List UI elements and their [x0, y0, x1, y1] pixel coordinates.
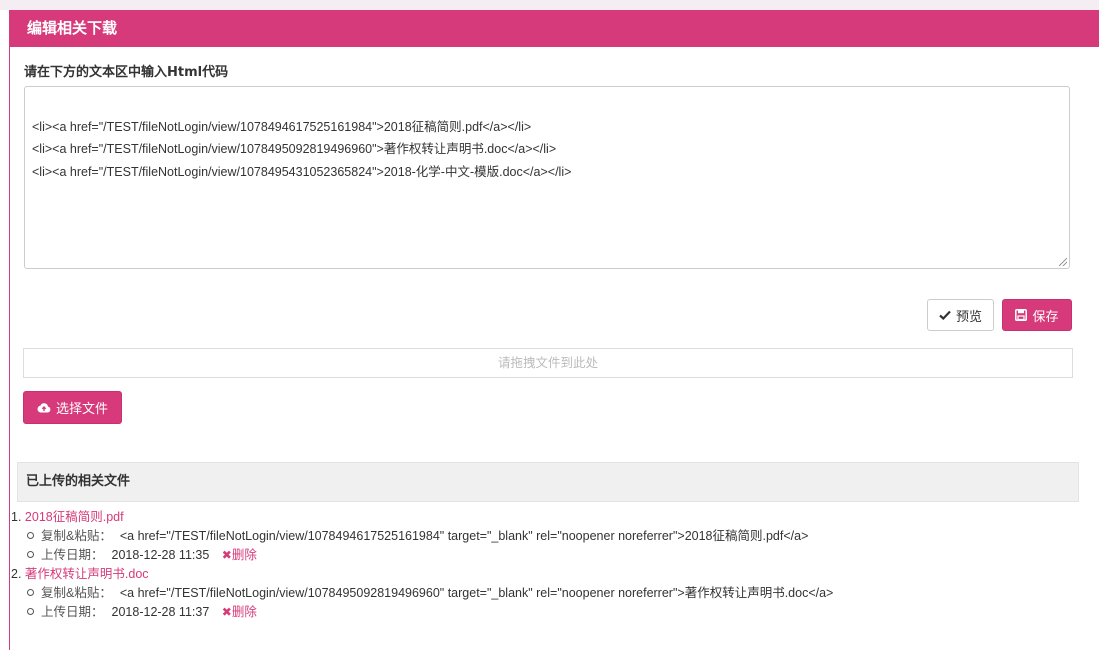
code-line: <li><a href="/TEST/fileNotLogin/view/107…	[32, 164, 572, 179]
delete-label: 删除	[231, 605, 257, 619]
item-number: 2.	[11, 567, 22, 581]
copy-paste-label: 复制&粘贴：	[41, 586, 112, 600]
uploaded-files-list: 1. 2018征稿简则.pdf 复制&粘贴： <a href="/TEST/fil…	[11, 508, 1086, 622]
delete-link[interactable]: ✖删除	[222, 548, 257, 562]
code-line: <li><a href="/TEST/fileNotLogin/view/107…	[32, 142, 557, 156]
file-dropzone[interactable]: 请拖拽文件到此处	[23, 348, 1073, 378]
copy-paste-row: 复制&粘贴： <a href="/TEST/fileNotLogin/view/1…	[11, 584, 1086, 603]
delete-link[interactable]: ✖删除	[222, 605, 257, 619]
check-icon	[939, 310, 951, 320]
html-code-textarea[interactable]: <li><a href="/TEST/fileNotLogin/view/107…	[24, 86, 1070, 269]
circle-bullet-icon	[27, 589, 34, 597]
list-item: 2. 著作权转让声明书.doc	[11, 565, 1086, 584]
file-link[interactable]: 2018征稿简则.pdf	[25, 510, 124, 524]
copy-paste-label: 复制&粘贴：	[41, 529, 112, 543]
upload-date-label: 上传日期：	[41, 605, 104, 619]
preview-button[interactable]: 预览	[927, 299, 994, 331]
list-item: 1. 2018征稿简则.pdf	[11, 508, 1086, 527]
panel-title: 编辑相关下载	[10, 10, 1099, 47]
upload-date-value: 2018-12-28 11:35	[111, 548, 210, 562]
close-x-icon: ✖	[221, 548, 232, 562]
top-strip	[0, 0, 1099, 10]
circle-bullet-icon	[27, 551, 34, 559]
preview-label: 预览	[955, 308, 982, 324]
upload-date-value: 2018-12-28 11:37	[111, 605, 210, 619]
file-link[interactable]: 著作权转让声明书.doc	[25, 567, 149, 581]
circle-bullet-icon	[27, 608, 34, 616]
copy-paste-code[interactable]: <a href="/TEST/fileNotLogin/view/1078494…	[120, 529, 809, 543]
upload-date-row: 上传日期： 2018-12-28 11:37 ✖删除	[11, 603, 1086, 622]
code-line: <li><a href="/TEST/fileNotLogin/view/107…	[32, 119, 532, 134]
copy-paste-code[interactable]: <a href="/TEST/fileNotLogin/view/1078495…	[120, 586, 834, 600]
close-x-icon: ✖	[221, 605, 232, 619]
choose-file-label: 选择文件	[55, 401, 108, 416]
floppy-disk-icon	[1015, 309, 1028, 321]
item-number: 1.	[11, 510, 22, 524]
upload-date-row: 上传日期： 2018-12-28 11:35 ✖删除	[11, 546, 1086, 565]
copy-paste-row: 复制&粘贴： <a href="/TEST/fileNotLogin/view/1…	[11, 527, 1086, 546]
circle-bullet-icon	[27, 532, 34, 540]
delete-label: 删除	[231, 548, 257, 562]
uploaded-files-header: 已上传的相关文件	[17, 462, 1079, 502]
cloud-upload-icon	[37, 402, 51, 413]
save-button[interactable]: 保存	[1002, 299, 1072, 331]
choose-file-button[interactable]: 选择文件	[23, 391, 122, 424]
resize-handle[interactable]	[1059, 258, 1067, 266]
upload-date-label: 上传日期：	[41, 548, 104, 562]
save-label: 保存	[1032, 308, 1059, 324]
editor-label: 请在下方的文本区中输入Html代码	[24, 65, 229, 80]
